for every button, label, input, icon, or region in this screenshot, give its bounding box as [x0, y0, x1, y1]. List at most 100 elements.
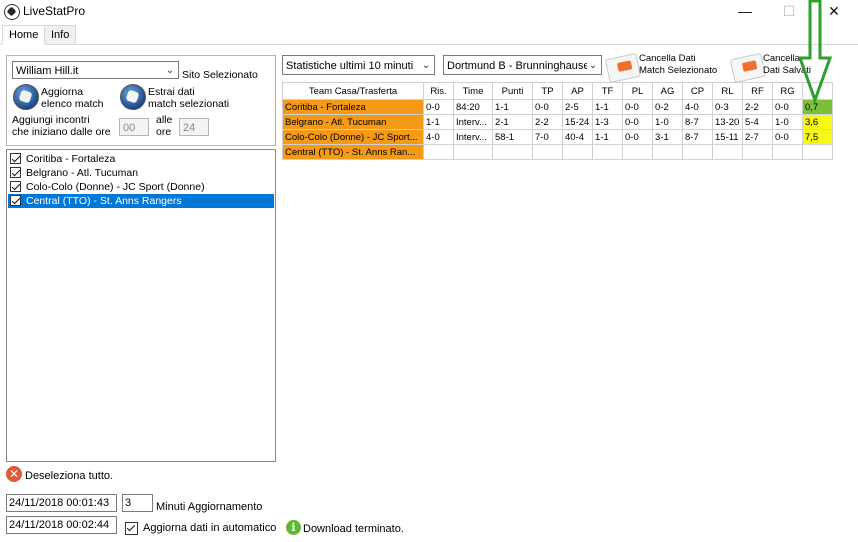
- delete-selected-button[interactable]: Cancella Dati Match Selezionato: [639, 53, 717, 77]
- stat-cell[interactable]: 8-7: [682, 114, 713, 130]
- from-hour-input[interactable]: 00: [119, 118, 149, 136]
- stat-cell[interactable]: 15-11: [712, 129, 743, 145]
- stat-cell[interactable]: 3-1: [652, 129, 683, 145]
- auto-update-checkbox[interactable]: [125, 522, 138, 535]
- table-row[interactable]: Central (TTO) - St. Anns Ran...: [282, 144, 833, 160]
- update-list-button[interactable]: Aggiorna elenco match: [41, 86, 103, 110]
- stat-cell[interactable]: 0-0: [622, 114, 653, 130]
- stat-cell[interactable]: 0-0: [532, 99, 563, 115]
- list-item[interactable]: Colo-Colo (Donne) - JC Sport (Donne): [8, 180, 274, 194]
- minutes-input[interactable]: 3: [122, 494, 153, 512]
- stat-cell[interactable]: [492, 144, 533, 160]
- refresh-ball-icon[interactable]: [13, 84, 39, 110]
- team-cell[interactable]: Central (TTO) - St. Anns Ran...: [282, 144, 424, 160]
- stat-cell[interactable]: 1-0: [772, 114, 803, 130]
- match-checkbox[interactable]: [10, 153, 21, 164]
- stat-cell[interactable]: 1-3: [592, 114, 623, 130]
- tab-home[interactable]: Home: [2, 25, 46, 45]
- stat-cell[interactable]: [622, 144, 653, 160]
- match-checkbox[interactable]: [10, 181, 21, 192]
- column-header[interactable]: PL: [622, 82, 653, 100]
- to-hour-input[interactable]: 24: [179, 118, 209, 136]
- erase-saved-icon[interactable]: [729, 52, 767, 84]
- stat-cell[interactable]: [652, 144, 683, 160]
- list-item[interactable]: Belgrano - Atl. Tucuman: [8, 166, 274, 180]
- stat-cell[interactable]: [742, 144, 773, 160]
- datetime-field-1[interactable]: 24/11/2018 00:01:43: [6, 494, 117, 512]
- stat-cell[interactable]: [532, 144, 563, 160]
- stat-cell[interactable]: 1-0: [652, 114, 683, 130]
- column-header[interactable]: TP: [532, 82, 563, 100]
- stat-cell[interactable]: 0-0: [423, 99, 454, 115]
- stat-cell[interactable]: [772, 144, 803, 160]
- stat-cell[interactable]: 0-0: [622, 129, 653, 145]
- extract-ball-icon[interactable]: [120, 84, 146, 110]
- stat-cell[interactable]: 0-2: [652, 99, 683, 115]
- tab-info[interactable]: Info: [44, 25, 77, 45]
- list-item[interactable]: Coritiba - Fortaleza: [8, 152, 274, 166]
- stat-cell[interactable]: 0-0: [772, 129, 803, 145]
- stats-period-select[interactable]: Statistiche ultimi 10 minuti ⌄: [282, 55, 435, 75]
- table-row[interactable]: Colo-Colo (Donne) - JC Sport... 4-0 Interv…: [282, 129, 833, 145]
- stat-cell[interactable]: 0-0: [622, 99, 653, 115]
- column-header[interactable]: Time: [453, 82, 493, 100]
- stat-cell[interactable]: 1-1: [423, 114, 454, 130]
- column-header[interactable]: CP: [682, 82, 713, 100]
- column-header[interactable]: AP: [562, 82, 593, 100]
- stat-cell[interactable]: 84:20: [453, 99, 493, 115]
- table-row[interactable]: Belgrano - Atl. Tucuman 1-1 Interv... 2-1 2-…: [282, 114, 833, 130]
- stat-cell[interactable]: 2-2: [742, 99, 773, 115]
- site-select[interactable]: William Hill.it ⌄: [12, 61, 179, 79]
- deselect-icon[interactable]: ✕: [6, 466, 22, 482]
- match-checkbox[interactable]: [10, 195, 21, 206]
- datetime-field-2[interactable]: 24/11/2018 00:02:44: [6, 516, 117, 534]
- table-row[interactable]: Coritiba - Fortaleza 0-0 84:20 1-1 0-0 2-5 1-1…: [282, 99, 833, 115]
- stat-cell[interactable]: 1-1: [592, 99, 623, 115]
- stats-grid[interactable]: Team Casa/Trasferta Ris. Time Punti TP AP TF PL…: [282, 82, 833, 160]
- minimize-button[interactable]: —: [731, 2, 759, 20]
- column-header[interactable]: Ris.: [423, 82, 454, 100]
- stat-cell[interactable]: [423, 144, 454, 160]
- stat-cell[interactable]: [682, 144, 713, 160]
- stat-cell[interactable]: 5-4: [742, 114, 773, 130]
- stat-cell[interactable]: 2-7: [742, 129, 773, 145]
- stat-cell[interactable]: [712, 144, 743, 160]
- stat-cell[interactable]: [802, 144, 833, 160]
- stat-cell[interactable]: 2-1: [492, 114, 533, 130]
- match-checkbox[interactable]: [10, 167, 21, 178]
- stat-cell[interactable]: 13-20: [712, 114, 743, 130]
- stat-cell[interactable]: 0-3: [712, 99, 743, 115]
- column-header[interactable]: TF: [592, 82, 623, 100]
- column-header[interactable]: RL: [712, 82, 743, 100]
- stat-cell[interactable]: [562, 144, 593, 160]
- stat-cell[interactable]: 4-0: [423, 129, 454, 145]
- stat-cell[interactable]: [592, 144, 623, 160]
- team-cell[interactable]: Colo-Colo (Donne) - JC Sport...: [282, 129, 424, 145]
- team-cell[interactable]: Belgrano - Atl. Tucuman: [282, 114, 424, 130]
- stat-cell[interactable]: 7,5: [802, 129, 833, 145]
- match-select[interactable]: Dortmund B - Brunninghausen ⌄: [443, 55, 602, 75]
- stat-cell[interactable]: 58-1: [492, 129, 533, 145]
- stat-cell[interactable]: 4-0: [682, 99, 713, 115]
- stat-cell[interactable]: 1-1: [492, 99, 533, 115]
- column-header[interactable]: Punti: [492, 82, 533, 100]
- stat-cell[interactable]: 2-2: [532, 114, 563, 130]
- stat-cell[interactable]: 40-4: [562, 129, 593, 145]
- stat-cell[interactable]: 8-7: [682, 129, 713, 145]
- column-header[interactable]: RF: [742, 82, 773, 100]
- stat-cell[interactable]: 7-0: [532, 129, 563, 145]
- column-header[interactable]: AG: [652, 82, 683, 100]
- erase-icon[interactable]: [604, 52, 642, 84]
- extract-data-button[interactable]: Estrai dati match selezionati: [148, 86, 229, 110]
- stat-cell[interactable]: Interv...: [453, 129, 493, 145]
- column-header[interactable]: Team Casa/Trasferta: [282, 82, 424, 100]
- team-cell[interactable]: Coritiba - Fortaleza: [282, 99, 424, 115]
- stat-cell[interactable]: 15-24: [562, 114, 593, 130]
- list-item[interactable]: Central (TTO) - St. Anns Rangers: [8, 194, 274, 208]
- deselect-all-link[interactable]: Deseleziona tutto.: [25, 470, 113, 482]
- stat-cell[interactable]: 2-5: [562, 99, 593, 115]
- stat-cell[interactable]: [453, 144, 493, 160]
- stat-cell[interactable]: 1-1: [592, 129, 623, 145]
- stat-cell[interactable]: 3,6: [802, 114, 833, 130]
- stat-cell[interactable]: Interv...: [453, 114, 493, 130]
